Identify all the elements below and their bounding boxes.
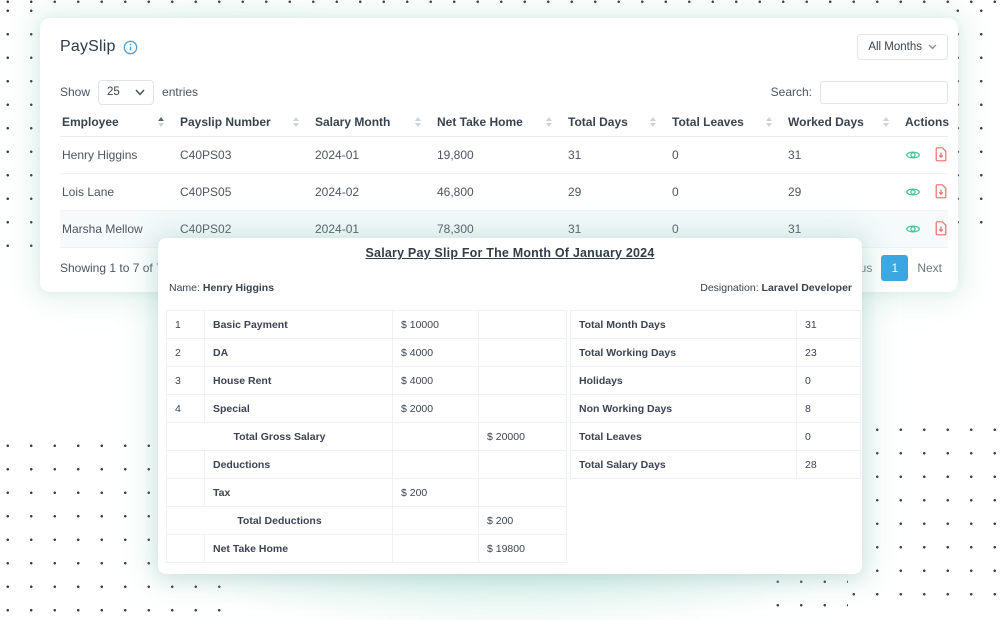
earning-row: 2 DA $ 4000 <box>167 339 567 367</box>
summary-row: Total Salary Days 28 <box>571 451 861 479</box>
cell-payslip-number: C40PS05 <box>178 173 313 210</box>
payslip-detail-modal: Salary Pay Slip For The Month Of January… <box>158 238 862 574</box>
earning-row: 1 Basic Payment $ 10000 <box>167 311 567 339</box>
dot-grid-pattern <box>0 0 1000 9</box>
sort-icon <box>546 117 552 127</box>
cell-payslip-number: C40PS03 <box>178 136 313 173</box>
sort-icon <box>650 117 656 127</box>
summary-row: Total Leaves 0 <box>571 423 861 451</box>
cell-salary-month: 2024-01 <box>313 136 435 173</box>
cell-total-days: 29 <box>566 173 670 210</box>
view-payslip-button[interactable] <box>905 184 921 200</box>
earning-row: 3 House Rent $ 4000 <box>167 367 567 395</box>
column-header-net-take-home[interactable]: Net Take Home <box>435 108 566 136</box>
eye-icon <box>905 147 921 163</box>
view-payslip-button[interactable] <box>905 221 921 237</box>
column-header-payslip-number[interactable]: Payslip Number <box>178 108 313 136</box>
sort-icon <box>158 117 164 127</box>
download-pdf-button[interactable] <box>934 221 948 236</box>
page-title: PaySlip <box>60 38 116 56</box>
column-header-salary-month[interactable]: Salary Month <box>313 108 435 136</box>
payslip-table: Employee Payslip Number Salary Month Net… <box>60 108 948 248</box>
modal-meta-row: Name: Henry Higgins Designation: Laravel… <box>169 282 852 294</box>
file-download-icon <box>934 184 948 199</box>
column-header-actions: Actions <box>903 108 948 136</box>
eye-icon <box>905 221 921 237</box>
column-header-total-days[interactable]: Total Days <box>566 108 670 136</box>
earning-row: 4 Special $ 2000 <box>167 395 567 423</box>
sort-icon <box>883 117 889 127</box>
entries-select-value: 25 <box>107 86 120 98</box>
entries-label: entries <box>162 85 198 99</box>
table-controls: Show 25 entries Search: <box>60 79 948 105</box>
info-icon[interactable] <box>123 40 138 55</box>
sort-icon <box>766 117 772 127</box>
dot-grid-pattern <box>846 428 1000 614</box>
cell-worked-days: 31 <box>786 136 903 173</box>
cell-employee: Henry Higgins <box>60 136 178 173</box>
search-input[interactable] <box>820 81 948 104</box>
show-label: Show <box>60 85 90 99</box>
deduction-row: Tax $ 200 <box>167 479 567 507</box>
sort-icon <box>293 117 299 127</box>
cell-total-days: 31 <box>566 136 670 173</box>
sort-icon <box>415 117 421 127</box>
column-header-employee[interactable]: Employee <box>60 108 178 136</box>
dot-grid-pattern <box>770 580 848 614</box>
cell-worked-days: 29 <box>786 173 903 210</box>
gross-salary-row: Total Gross Salary $ 20000 <box>167 423 567 451</box>
table-header-row: Employee Payslip Number Salary Month Net… <box>60 108 948 136</box>
summary-row: Total Month Days 31 <box>571 311 861 339</box>
cell-net-take-home: 46,800 <box>435 173 566 210</box>
months-filter-value: All Months <box>868 41 922 53</box>
cell-salary-month: 2024-02 <box>313 173 435 210</box>
panel-header: PaySlip All Months <box>60 31 948 63</box>
cell-net-take-home: 19,800 <box>435 136 566 173</box>
table-row: Henry Higgins C40PS03 2024-01 19,800 31 … <box>60 136 948 173</box>
table-row: Lois Lane C40PS05 2024-02 46,800 29 0 29 <box>60 173 948 210</box>
deductions-header-row: Deductions <box>167 451 567 479</box>
pagination-next[interactable]: Next <box>917 261 942 275</box>
summary-row: Holidays 0 <box>571 367 861 395</box>
total-deductions-row: Total Deductions $ 200 <box>167 507 567 535</box>
entries-per-page-select[interactable]: 25 <box>98 80 154 105</box>
cell-employee: Lois Lane <box>60 173 178 210</box>
column-header-worked-days[interactable]: Worked Days <box>786 108 903 136</box>
download-pdf-button[interactable] <box>934 184 948 199</box>
column-header-total-leaves[interactable]: Total Leaves <box>670 108 786 136</box>
download-pdf-button[interactable] <box>934 147 948 162</box>
summary-row: Total Working Days 23 <box>571 339 861 367</box>
employee-designation: Designation: Laravel Developer <box>700 282 852 294</box>
months-filter-dropdown[interactable]: All Months <box>857 34 948 60</box>
eye-icon <box>905 184 921 200</box>
view-payslip-button[interactable] <box>905 147 921 163</box>
chevron-down-icon <box>135 89 145 96</box>
file-download-icon <box>934 147 948 162</box>
employee-name: Name: Henry Higgins <box>169 282 274 294</box>
chevron-down-icon <box>928 44 937 50</box>
cell-total-leaves: 0 <box>670 136 786 173</box>
search-label: Search: <box>771 85 812 99</box>
pagination-page-1[interactable]: 1 <box>881 255 908 281</box>
summary-row: Non Working Days 8 <box>571 395 861 423</box>
file-download-icon <box>934 221 948 236</box>
net-take-home-row: Net Take Home $ 19800 <box>167 535 567 563</box>
modal-title: Salary Pay Slip For The Month Of January… <box>158 246 862 260</box>
earnings-table: 1 Basic Payment $ 10000 2 DA $ 4000 3 Ho… <box>166 310 567 563</box>
days-summary-table: Total Month Days 31 Total Working Days 2… <box>570 310 861 479</box>
cell-total-leaves: 0 <box>670 173 786 210</box>
